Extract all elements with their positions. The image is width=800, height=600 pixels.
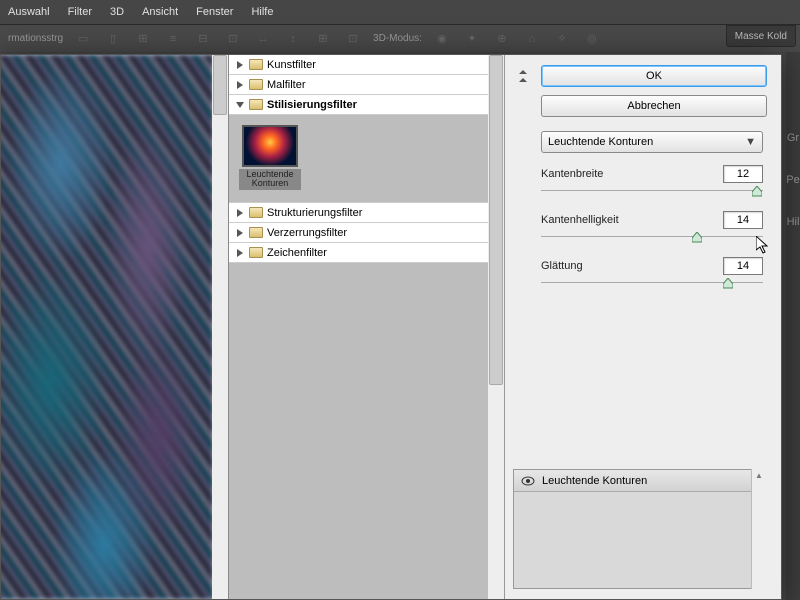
preview-image[interactable] [1,55,213,599]
filter-thumbs: Leuchtende Konturen [229,115,504,203]
menu-filter[interactable]: Filter [68,6,92,18]
triangle-down-icon [235,100,245,110]
triangle-right-icon [235,248,245,258]
param-glaettung: Glättung 14 [541,257,763,299]
triangle-right-icon [235,60,245,70]
scrollbar-thumb[interactable] [213,55,227,115]
tool-icon[interactable]: ↕ [283,29,303,49]
tree-item-stilisierungsfilter[interactable]: Stilisierungsfilter [229,95,504,115]
mode-label: 3D-Modus: [373,33,422,44]
effect-name: Leuchtende Konturen [542,475,647,487]
tree-item-zeichenfilter[interactable]: Zeichenfilter [229,243,504,263]
collapse-button[interactable] [513,65,533,87]
tool-icon[interactable]: ⊞ [133,29,153,49]
tool-icon[interactable]: ▭ [73,29,93,49]
tree-label: Verzerrungsfilter [267,227,347,239]
filter-tree-pane: Kunstfilter Malfilter Stilisierungsfilte… [229,55,505,599]
sidebar-tab[interactable]: Pe [786,174,799,186]
filter-thumb-leuchtende-konturen[interactable]: Leuchtende Konturen [239,125,301,192]
slider-kantenbreite[interactable] [541,185,763,199]
folder-icon [249,207,263,218]
param-value-input[interactable]: 14 [723,257,763,275]
mode-icon[interactable]: ⊕ [492,29,512,49]
preview-scrollbar[interactable] [212,55,228,599]
toolbar-tag[interactable]: Masse Kold [726,25,796,47]
param-kantenhelligkeit: Kantenhelligkeit 14 [541,211,763,253]
tree-item-strukturierungsfilter[interactable]: Strukturierungsfilter [229,203,504,223]
param-label: Kantenhelligkeit [541,214,619,226]
tree-scrollbar[interactable] [488,55,504,599]
menu-fenster[interactable]: Fenster [196,6,233,18]
slider-glaettung[interactable] [541,277,763,291]
mode-icon[interactable]: ◉ [432,29,452,49]
tree-label: Malfilter [267,79,306,91]
tool-icon[interactable]: ⊞ [313,29,333,49]
mode-icon[interactable]: ◎ [582,29,602,49]
right-sidebar: Gr Pe Hil [786,52,800,600]
folder-icon [249,247,263,258]
tree-item-verzerrungsfilter[interactable]: Verzerrungsfilter [229,223,504,243]
tool-icon[interactable]: ▯ [103,29,123,49]
tree-label: Strukturierungsfilter [267,207,362,219]
sidebar-tab[interactable]: Hil [787,216,800,228]
cancel-button[interactable]: Abbrechen [541,95,767,117]
tree-label: Stilisierungsfilter [267,99,357,111]
slider-kantenhelligkeit[interactable] [541,231,763,245]
menu-auswahl[interactable]: Auswahl [8,6,50,18]
filter-category-list-2: Strukturierungsfilter Verzerrungsfilter … [229,203,504,263]
param-value-input[interactable]: 14 [723,211,763,229]
triangle-right-icon [235,80,245,90]
ok-button[interactable]: OK [541,65,767,87]
dropdown-value: Leuchtende Konturen [548,136,653,148]
tool-icon[interactable]: ⊡ [343,29,363,49]
filter-dropdown[interactable]: Leuchtende Konturen ▼ [541,131,763,153]
thumb-label: Leuchtende Konturen [239,169,301,190]
menu-3d[interactable]: 3D [110,6,124,18]
folder-icon [249,99,263,110]
menu-bar: Auswahl Filter 3D Ansicht Fenster Hilfe [0,0,800,24]
filter-gallery-dialog: Kunstfilter Malfilter Stilisierungsfilte… [0,54,782,600]
param-kantenbreite: Kantenbreite 12 [541,165,763,207]
tool-icon[interactable]: ↔ [253,29,273,49]
effects-layers-panel: Leuchtende Konturen [513,469,767,589]
options-label-left: rmationsstrg [8,33,63,44]
thumb-preview [242,125,298,167]
tool-icon[interactable]: ≡ [163,29,183,49]
triangle-right-icon [235,228,245,238]
scroll-up-icon[interactable]: ▲ [755,471,763,480]
slider-handle[interactable] [752,186,762,197]
tree-item-malfilter[interactable]: Malfilter [229,75,504,95]
tree-empty-area [229,263,504,599]
preview-pane [1,55,229,599]
tree-item-kunstfilter[interactable]: Kunstfilter [229,55,504,75]
slider-handle[interactable] [723,278,733,289]
filter-category-list: Kunstfilter Malfilter Stilisierungsfilte… [229,55,504,115]
visibility-eye-icon[interactable] [520,474,536,488]
folder-icon [249,227,263,238]
mode-icon[interactable]: ⌂ [522,29,542,49]
triangle-right-icon [235,208,245,218]
param-label: Glättung [541,260,583,272]
tree-label: Kunstfilter [267,59,316,71]
tree-label: Zeichenfilter [267,247,327,259]
folder-icon [249,59,263,70]
scrollbar-thumb[interactable] [489,55,503,385]
menu-hilfe[interactable]: Hilfe [251,6,273,18]
param-label: Kantenbreite [541,168,603,180]
mode-icon[interactable]: ✦ [462,29,482,49]
chevron-down-icon: ▼ [745,136,756,148]
effects-header[interactable]: Leuchtende Konturen [514,470,766,492]
mode-icon[interactable]: ✧ [552,29,572,49]
slider-handle[interactable] [692,232,702,243]
folder-icon [249,79,263,90]
options-bar: rmationsstrg ▭ ▯ ⊞ ≡ ⊟ ⊡ ↔ ↕ ⊞ ⊡ 3D-Modu… [0,24,800,52]
tool-icon[interactable]: ⊟ [193,29,213,49]
param-value-input[interactable]: 12 [723,165,763,183]
controls-pane: OK Abbrechen Leuchtende Konturen ▼ Kante… [505,55,781,599]
menu-ansicht[interactable]: Ansicht [142,6,178,18]
sidebar-tab[interactable]: Gr [787,132,799,144]
effects-scrollbar[interactable]: ▲ [751,469,767,589]
tool-icon[interactable]: ⊡ [223,29,243,49]
